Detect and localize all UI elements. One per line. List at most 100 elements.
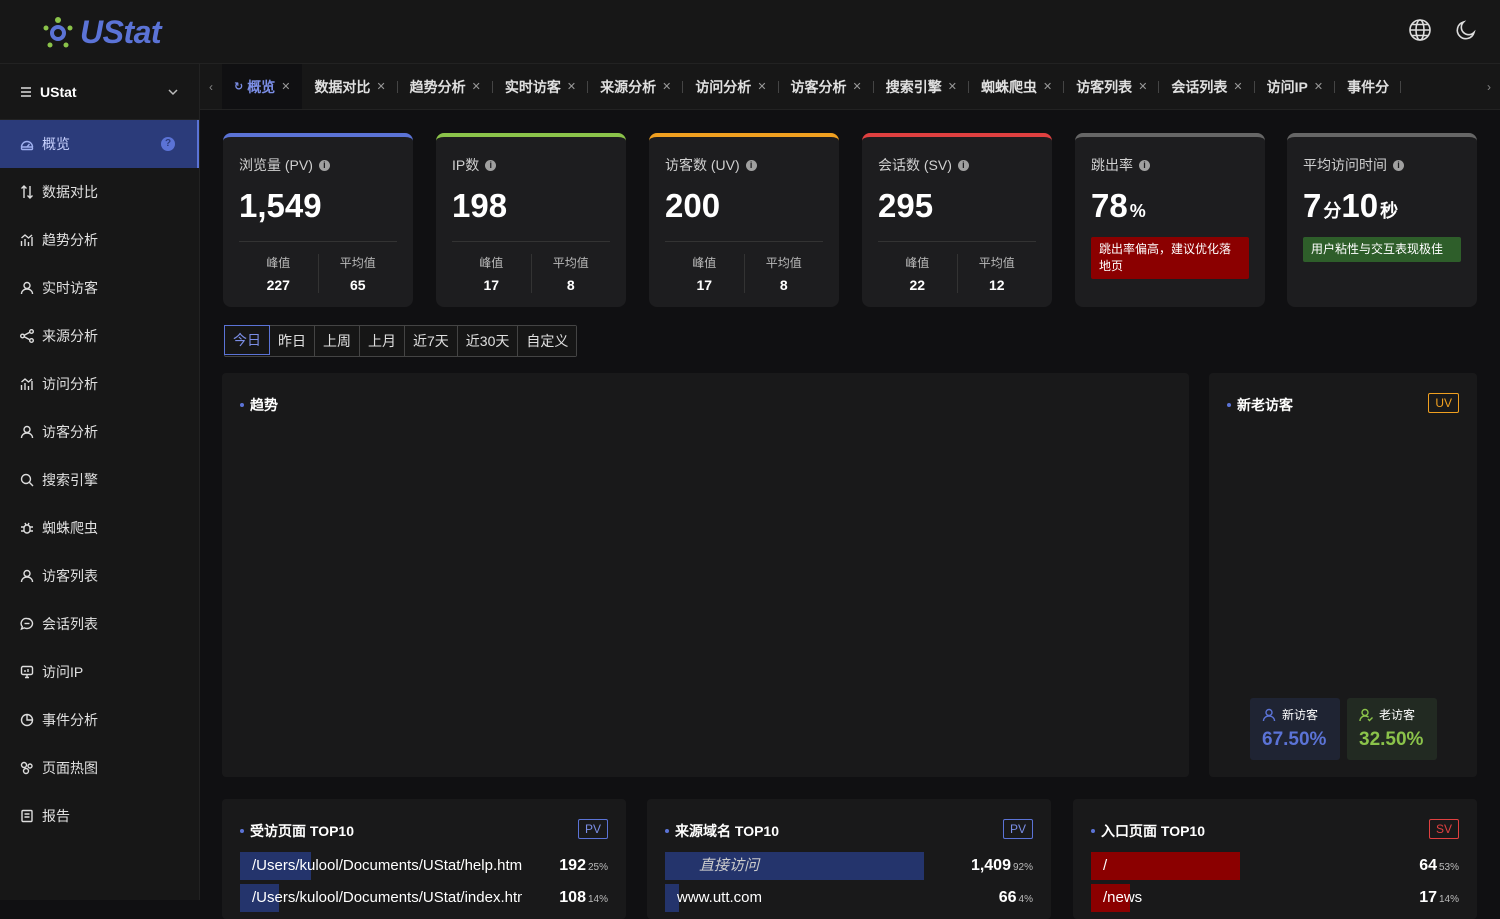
close-icon[interactable]: ✕ (472, 80, 481, 93)
tab-7[interactable]: 搜索引擎 ✕ (874, 64, 970, 109)
logo[interactable]: UStat (40, 14, 162, 51)
stat-label: IP数 i (452, 155, 610, 175)
new-visitor-box: 新访客 67.50% (1250, 698, 1340, 760)
tab-4[interactable]: 来源分析 ✕ (588, 64, 684, 109)
tab-3[interactable]: 实时访客 ✕ (493, 64, 589, 109)
value-number: 192 (559, 857, 586, 874)
tab-label: 搜索引擎 (885, 78, 942, 95)
tab-5[interactable]: 访问分析 ✕ (683, 64, 779, 109)
help-icon[interactable]: ? (161, 137, 175, 151)
tab-label: 访客列表 (1076, 78, 1133, 95)
dark-mode-icon[interactable] (1454, 18, 1478, 42)
list-icon (21, 86, 31, 97)
list-item-label: /Users/kulool/Documents/UStat/help.html (252, 857, 522, 874)
peak-value: 17 (483, 277, 500, 293)
trend-panel-title: 趋势 (240, 395, 278, 415)
tab-8[interactable]: 蜘蛛爬虫 ✕ (969, 64, 1065, 109)
close-icon[interactable]: ✕ (948, 80, 957, 93)
sidebar-item-14[interactable]: 报告 (0, 792, 199, 840)
sidebar-item-12[interactable]: 事件分析 (0, 696, 199, 744)
list-item[interactable]: /Users/kulool/Documents/UStat/index.html… (240, 884, 608, 912)
info-icon[interactable]: i (485, 159, 497, 171)
info-icon[interactable]: i (1139, 159, 1150, 171)
info-icon[interactable]: i (745, 159, 757, 171)
list-item[interactable]: / 64 53% (1091, 852, 1459, 880)
sidebar-item-label: 蜘蛛爬虫 (42, 520, 98, 536)
dashboard-icon (20, 137, 34, 151)
stat-label-text: 会话数 (SV) (878, 157, 952, 173)
date-option-0[interactable]: 今日 (224, 325, 270, 355)
info-icon[interactable]: i (1393, 159, 1404, 171)
close-icon[interactable]: ✕ (662, 80, 671, 93)
stat-unit-sec: 秒 (1380, 201, 1399, 221)
sidebar-item-8[interactable]: 蜘蛛爬虫 (0, 504, 199, 552)
ip-icon (20, 665, 34, 679)
sidebar-item-2[interactable]: 趋势分析 (0, 216, 199, 264)
close-icon[interactable]: ✕ (376, 80, 385, 93)
date-option-1[interactable]: 昨日 (270, 326, 315, 356)
tab-0[interactable]: ↻ 概览 ✕ (222, 64, 303, 109)
sidebar-item-11[interactable]: 访问IP (0, 648, 199, 696)
sidebar-item-10[interactable]: 会话列表 (0, 600, 199, 648)
list-item[interactable]: /news 17 14% (1091, 884, 1459, 912)
date-option-5[interactable]: 近30天 (457, 326, 519, 356)
date-option-4[interactable]: 近7天 (405, 326, 458, 356)
site-selector[interactable]: UStat (0, 64, 199, 120)
date-option-6[interactable]: 自定义 (518, 326, 577, 356)
tabs-scroll-left-icon[interactable]: ‹ (200, 64, 222, 109)
close-icon[interactable]: ✕ (853, 80, 862, 93)
stat-value-number: 295 (878, 187, 934, 224)
list-item[interactable]: www.utt.com 66 4% (665, 884, 1033, 912)
date-option-2[interactable]: 上周 (315, 326, 360, 356)
close-icon[interactable]: ✕ (281, 80, 290, 93)
sidebar-item-0[interactable]: 概览? (0, 120, 199, 168)
sidebar-item-3[interactable]: 实时访客 (0, 264, 199, 312)
list-item[interactable]: 直接访问 1,409 92% (665, 852, 1033, 880)
tab-12[interactable]: 事件分 (1335, 64, 1402, 109)
sidebar-item-6[interactable]: 访客分析 (0, 408, 199, 456)
tab-1[interactable]: 数据对比 ✕ (302, 64, 398, 109)
date-option-3[interactable]: 上月 (360, 326, 405, 356)
chat-icon (20, 617, 34, 631)
sidebar-item-7[interactable]: 搜索引擎 (0, 456, 199, 504)
close-icon[interactable]: ✕ (1314, 80, 1323, 93)
close-icon[interactable]: ✕ (1043, 80, 1052, 93)
close-icon[interactable]: ✕ (567, 80, 576, 93)
stat-value: 200 (665, 187, 823, 225)
stat-value: 295 (878, 187, 1036, 225)
sidebar-item-9[interactable]: 访客列表 (0, 552, 199, 600)
top-pages-title: 受访页面 TOP10 (240, 821, 354, 841)
reload-icon[interactable]: ↻ (234, 80, 243, 93)
tabs-scroll-right-icon[interactable]: › (1478, 64, 1500, 109)
sidebar-item-5[interactable]: 访问分析 (0, 360, 199, 408)
site-name: UStat (40, 83, 77, 100)
info-icon[interactable]: i (318, 159, 330, 171)
peak-label: 峰值 (266, 256, 291, 270)
tab-10[interactable]: 会话列表 ✕ (1159, 64, 1255, 109)
tab-9[interactable]: 访客列表 ✕ (1064, 64, 1160, 109)
report-icon (20, 809, 34, 823)
stat-label-text: 访客数 (UV) (665, 157, 740, 173)
sidebar-item-label: 访客列表 (42, 568, 98, 584)
avg-value: 8 (566, 277, 575, 293)
sidebar-item-1[interactable]: 数据对比 (0, 168, 199, 216)
stat-label-text: IP数 (452, 157, 480, 173)
value-number: 1,409 (970, 857, 1011, 874)
list-item-value: 108 14% (559, 884, 608, 912)
stat-card-4: 跳出率 i 78% 跳出率偏高，建议优化落地页 (1075, 133, 1265, 307)
close-icon[interactable]: ✕ (1233, 80, 1242, 93)
close-icon[interactable]: ✕ (1138, 80, 1147, 93)
value-number: 108 (559, 889, 586, 906)
logo-text: UStat (80, 14, 162, 50)
sidebar-item-4[interactable]: 来源分析 (0, 312, 199, 360)
info-icon[interactable]: i (957, 159, 969, 171)
list-item[interactable]: /Users/kulool/Documents/UStat/help.html 1… (240, 852, 608, 880)
tab-2[interactable]: 趋势分析 ✕ (398, 64, 494, 109)
tab-11[interactable]: 访问IP ✕ (1255, 64, 1336, 109)
tab-label: 数据对比 (314, 78, 371, 95)
close-icon[interactable]: ✕ (757, 80, 766, 93)
trend-icon (20, 377, 34, 391)
sidebar-item-13[interactable]: 页面热图 (0, 744, 199, 792)
globe-icon[interactable] (1408, 18, 1432, 42)
tab-6[interactable]: 访客分析 ✕ (779, 64, 874, 109)
